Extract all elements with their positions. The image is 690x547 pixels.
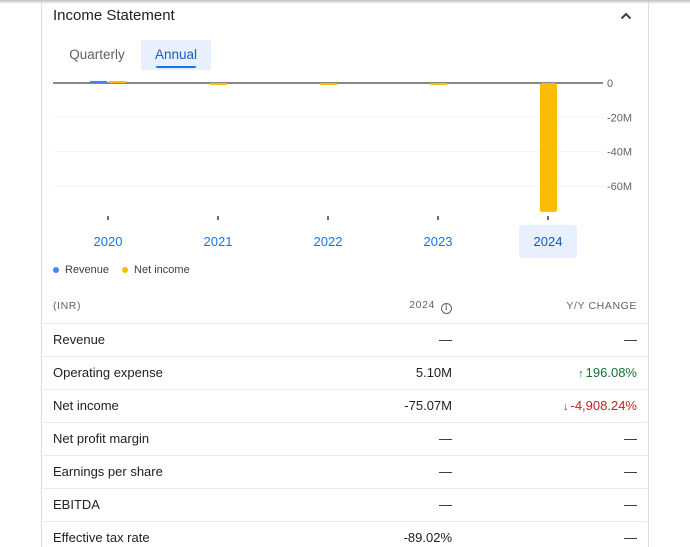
info-icon[interactable]: i — [441, 302, 452, 314]
row-value: -75.07M — [342, 389, 452, 423]
y-tick-label: 0 — [607, 78, 613, 90]
x-tick-label: 2023 — [424, 234, 453, 249]
x-tick-label: 2024 — [534, 234, 563, 249]
income-chart: 0 -20M -40M -60M 2020 2021 2022 2023 2024 — [53, 78, 632, 258]
row-value: — — [342, 323, 452, 357]
row-label: Net profit margin — [43, 422, 342, 456]
legend-item-net-income: Net income — [122, 264, 190, 276]
bar-net-income — [430, 83, 447, 85]
row-value: 5.10M — [342, 356, 452, 390]
row-value: — — [342, 422, 452, 456]
row-label: Net income — [43, 389, 342, 423]
legend-label-revenue: Revenue — [65, 264, 110, 276]
legend-dot-revenue — [53, 267, 59, 273]
row-change: ↑ 196.08% — [452, 356, 647, 390]
row-change: — — [452, 488, 647, 522]
row-change: ↓ -4,908.24% — [452, 389, 647, 423]
row-value: — — [342, 455, 452, 489]
y-tick-label: -20M — [607, 112, 632, 124]
row-change: — — [452, 521, 647, 547]
row-change: — — [452, 422, 647, 456]
row-value: — — [342, 488, 452, 522]
legend-item-revenue: Revenue — [53, 264, 109, 276]
row-change: — — [452, 323, 647, 357]
row-label: Operating expense — [43, 356, 342, 390]
table-row: Earnings per share — — — [43, 455, 647, 489]
header-year-label: 2024 — [409, 298, 435, 311]
x-tick-label: 2020 — [94, 234, 123, 249]
bar-net-income — [320, 83, 337, 85]
legend-label-net-income: Net income — [134, 264, 190, 276]
table-row: Effective tax rate -89.02% — — [43, 521, 647, 547]
change-value: 196.08% — [585, 365, 637, 380]
row-label: Effective tax rate — [43, 521, 342, 547]
bar-revenue — [90, 81, 107, 83]
table-row: EBITDA — — — [43, 488, 647, 522]
arrow-up-icon: ↑ — [578, 368, 584, 380]
table-header-row: (INR) 2024 i Y/Y CHANGE — [43, 290, 647, 324]
table-row: Operating expense 5.10M ↑ 196.08% — [43, 356, 647, 390]
income-table: (INR) 2024 i Y/Y CHANGE Revenue — — Operatin… — [43, 290, 647, 547]
header-year: 2024 i — [342, 290, 452, 324]
row-change: — — [452, 455, 647, 489]
y-tick-label: -40M — [607, 147, 632, 159]
header-currency: (INR) — [43, 290, 342, 324]
table-row: Net income -75.07M ↓ -4,908.24% — [43, 389, 647, 423]
table-row: Revenue — — — [43, 323, 647, 357]
row-label: Earnings per share — [43, 455, 342, 489]
header-yy-change: Y/Y CHANGE — [452, 290, 647, 324]
table-row: Net profit margin — — — [43, 422, 647, 456]
change-value: -4,908.24% — [570, 398, 638, 413]
row-label: Revenue — [43, 323, 342, 357]
y-tick-label: -60M — [607, 181, 632, 193]
bar-net-income — [210, 83, 227, 86]
row-label: EBITDA — [43, 488, 342, 522]
x-tick-label: 2021 — [204, 234, 233, 249]
chart-legend: Revenue Net income — [53, 264, 203, 276]
arrow-down-icon: ↓ — [563, 401, 569, 413]
x-tick-label: 2022 — [314, 234, 343, 249]
bar-net-income — [540, 83, 557, 212]
bar-net-income — [109, 81, 126, 83]
row-value: -89.02% — [342, 521, 452, 547]
legend-dot-net-income — [122, 267, 129, 273]
